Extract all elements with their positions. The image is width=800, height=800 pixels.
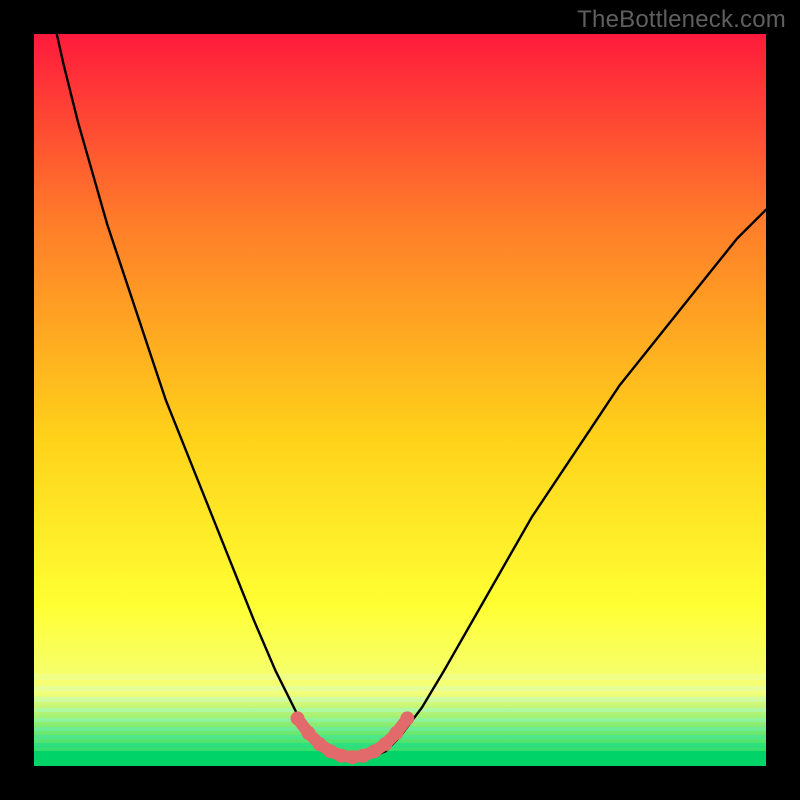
bottom-dot xyxy=(378,737,392,751)
chart-frame: TheBottleneck.com xyxy=(0,0,800,800)
bottom-dot xyxy=(389,726,403,740)
bottom-dot xyxy=(302,726,316,740)
bottom-dot xyxy=(291,711,305,725)
plot-area xyxy=(34,34,766,766)
gradient-background xyxy=(34,34,766,766)
bottom-dot xyxy=(400,711,414,725)
watermark-text: TheBottleneck.com xyxy=(577,6,786,34)
chart-svg xyxy=(34,34,766,766)
